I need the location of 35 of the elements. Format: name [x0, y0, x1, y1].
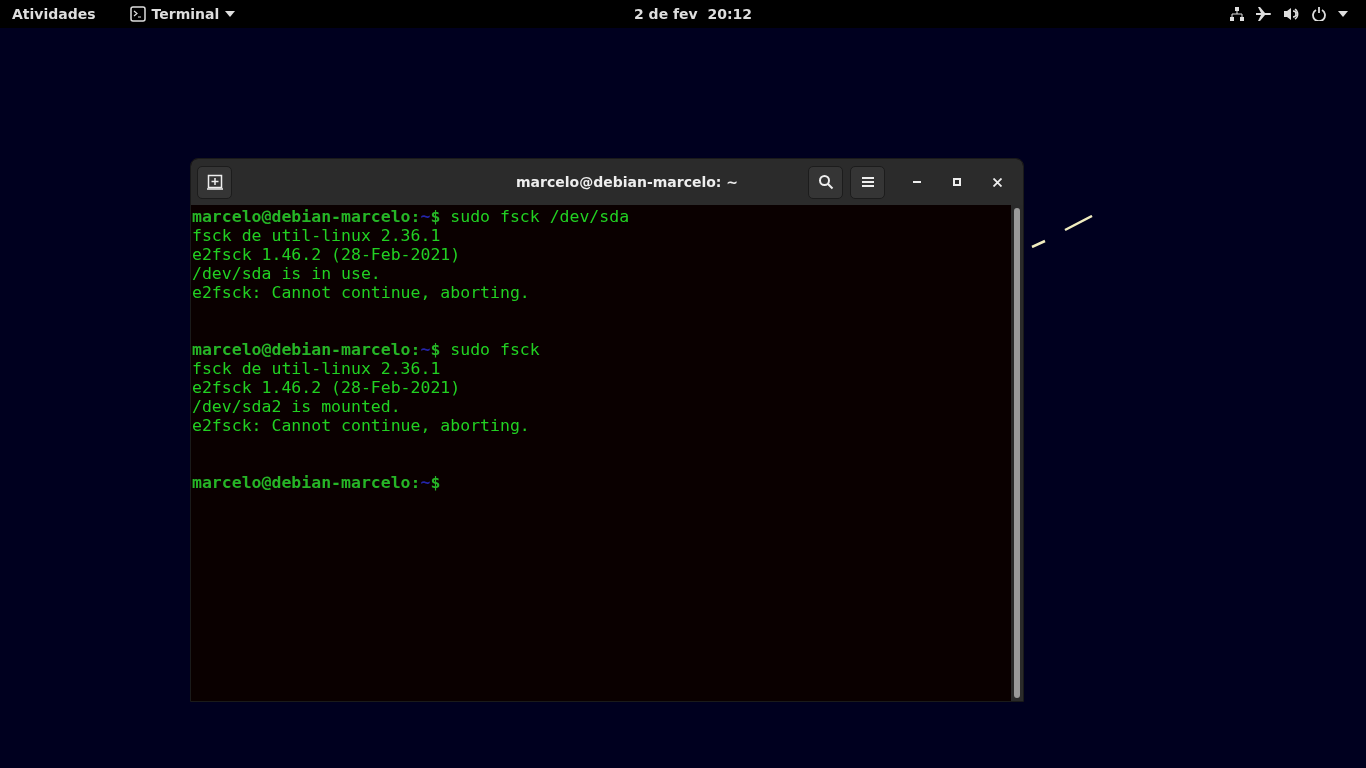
close-icon: [992, 177, 1002, 187]
new-tab-button[interactable]: [197, 165, 232, 199]
command-text: sudo fsck /dev/sda: [449, 207, 630, 226]
scrollbar-thumb[interactable]: [1014, 208, 1020, 698]
output-line: e2fsck 1.46.2 (28-Feb-2021): [192, 378, 461, 397]
line-drawing: [1031, 215, 1093, 248]
output-line: e2fsck 1.46.2 (28-Feb-2021): [192, 245, 461, 264]
output-line: fsck de util-linux 2.36.1: [192, 226, 441, 245]
output-line: fsck de util-linux 2.36.1: [192, 359, 441, 378]
new-tab-icon: [206, 174, 223, 190]
output-line: e2fsck: Cannot continue, aborting.: [192, 416, 530, 435]
maximize-icon: [953, 178, 961, 186]
network-icon[interactable]: [1230, 7, 1244, 21]
output-line: /dev/sda2 is mounted.: [192, 397, 401, 416]
volume-icon[interactable]: [1284, 7, 1300, 21]
airplane-icon[interactable]: [1256, 7, 1272, 21]
power-icon[interactable]: [1312, 7, 1326, 21]
prompt-text: marcelo@debian-marcelo:~$: [192, 340, 441, 359]
minimize-icon: [913, 181, 921, 183]
search-icon: [817, 174, 834, 190]
caret-icon: [225, 11, 236, 17]
command-text: sudo fsck: [449, 340, 540, 359]
menu-icon: [861, 176, 874, 188]
app-menu[interactable]: Terminal: [129, 3, 236, 25]
caret-icon[interactable]: [1338, 11, 1348, 17]
activities-button[interactable]: Atividades: [12, 3, 96, 25]
clock[interactable]: 2 de fev 20:12: [634, 3, 753, 25]
window-title: marcelo@debian-marcelo: ~: [516, 172, 739, 192]
terminal-icon: [129, 6, 146, 22]
output-line: /dev/sda is in use.: [192, 264, 381, 283]
search-button[interactable]: [808, 165, 843, 199]
menu-button[interactable]: [850, 165, 885, 199]
prompt-text: marcelo@debian-marcelo:~$: [192, 473, 441, 492]
prompt-text: marcelo@debian-marcelo:~$: [192, 207, 441, 226]
output-line: e2fsck: Cannot continue, aborting.: [192, 283, 530, 302]
